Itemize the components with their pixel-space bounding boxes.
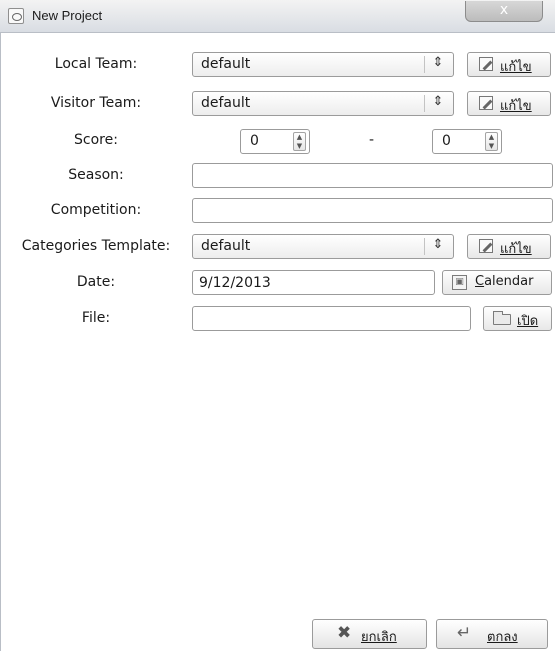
chevron-updown-icon: ⇕ xyxy=(432,94,444,109)
visitor-team-label: Visitor Team: xyxy=(50,95,142,111)
chevron-updown-icon: ⇕ xyxy=(432,55,444,70)
ok-return-icon: ↵ xyxy=(457,623,472,643)
cancel-label: ยกเลิก xyxy=(361,630,397,645)
visitor-team-value: default xyxy=(201,95,251,111)
file-label: File: xyxy=(81,310,111,326)
edit-label: แก้ไข xyxy=(500,242,532,257)
visitor-score-value: 0 xyxy=(442,133,451,149)
window-title: New Project xyxy=(32,8,103,23)
calendar-button[interactable]: ▣ Calendar xyxy=(442,270,552,295)
cancel-x-icon: ✖ xyxy=(337,623,352,643)
categories-template-edit-button[interactable]: แก้ไข xyxy=(467,234,551,259)
ok-label: ตกลง xyxy=(487,630,518,645)
local-score-value: 0 xyxy=(250,133,259,149)
edit-label: แก้ไข xyxy=(500,99,532,114)
calendar-icon: ▣ xyxy=(452,275,467,290)
date-field[interactable] xyxy=(192,270,435,295)
file-input[interactable] xyxy=(193,307,470,330)
local-team-edit-button[interactable]: แก้ไข xyxy=(467,52,551,77)
season-input[interactable] xyxy=(193,164,552,187)
score-label: Score: xyxy=(74,132,118,148)
divider xyxy=(424,95,425,112)
open-file-label: เปิด xyxy=(517,314,539,329)
app-icon xyxy=(8,8,24,24)
open-file-button[interactable]: เปิด xyxy=(483,306,552,331)
date-label: Date: xyxy=(76,274,116,290)
competition-input[interactable] xyxy=(193,199,552,222)
categories-template-value: default xyxy=(201,238,251,254)
spinner-arrows-icon[interactable]: ▲ ▼ xyxy=(485,132,498,151)
title-bar: New Project x xyxy=(0,0,555,33)
edit-icon xyxy=(479,239,493,253)
local-team-select[interactable]: default ⇕ xyxy=(192,52,454,77)
divider xyxy=(424,56,425,73)
categories-template-label: Categories Template: xyxy=(21,238,171,254)
local-score-spinner[interactable]: 0 ▲ ▼ xyxy=(240,129,310,154)
spinner-arrows-icon[interactable]: ▲ ▼ xyxy=(293,132,306,151)
visitor-score-spinner[interactable]: 0 ▲ ▼ xyxy=(432,129,502,154)
edit-icon xyxy=(479,96,493,110)
season-field[interactable] xyxy=(192,163,553,188)
season-label: Season: xyxy=(68,167,124,183)
local-team-value: default xyxy=(201,56,251,72)
competition-field[interactable] xyxy=(192,198,553,223)
file-field[interactable] xyxy=(192,306,471,331)
calendar-label: Calendar xyxy=(475,274,534,289)
chevron-updown-icon: ⇕ xyxy=(432,237,444,252)
visitor-team-edit-button[interactable]: แก้ไข xyxy=(467,91,551,116)
edit-label: แก้ไข xyxy=(500,60,532,75)
close-button[interactable]: x xyxy=(465,1,543,22)
categories-template-select[interactable]: default ⇕ xyxy=(192,234,454,259)
score-separator: - xyxy=(369,132,375,148)
date-input[interactable] xyxy=(193,271,434,294)
edit-icon xyxy=(479,57,493,71)
folder-open-icon xyxy=(493,311,511,325)
local-team-label: Local Team: xyxy=(54,56,138,72)
dialog-body: Local Team: default ⇕ แก้ไข Visitor Team… xyxy=(0,33,555,651)
divider xyxy=(424,238,425,255)
visitor-team-select[interactable]: default ⇕ xyxy=(192,91,454,116)
ok-button[interactable]: ↵ ตกลง xyxy=(436,619,548,649)
cancel-button[interactable]: ✖ ยกเลิก xyxy=(312,619,427,649)
competition-label: Competition: xyxy=(50,202,142,218)
